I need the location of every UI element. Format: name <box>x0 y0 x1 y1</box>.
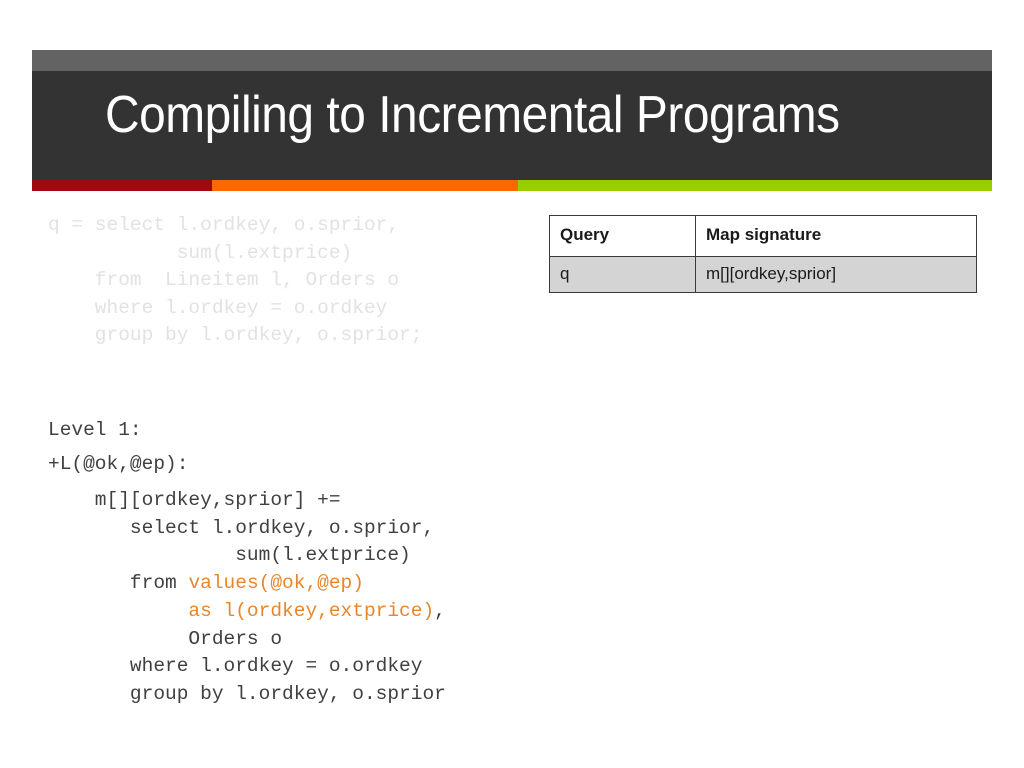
table-row: q m[][ordkey,sprior] <box>549 256 977 293</box>
table-header-row: Query Map signature <box>549 215 977 257</box>
code-line-group-by: group by l.ordkey, o.sprior <box>48 682 446 705</box>
accent-bar <box>32 180 992 191</box>
code-line-where: where l.ordkey = o.ordkey <box>48 655 423 678</box>
code-line-orders: Orders o <box>48 627 283 650</box>
accent-bar-orange <box>212 180 518 191</box>
page-title: Compiling to Incremental Programs <box>105 86 840 144</box>
accent-bar-green <box>518 180 992 191</box>
code-highlight-values: values(@ok,@ep) <box>188 572 364 595</box>
code-line-from-prefix: from <box>48 572 189 595</box>
slide-header: Compiling to Incremental Programs <box>32 50 992 180</box>
code-line-select: select l.ordkey, o.sprior, <box>48 516 435 539</box>
header-gray-band <box>32 50 992 71</box>
code-line-sum: sum(l.extprice) <box>48 544 411 567</box>
level-trigger-label: Level 1: +L(@ok,@ep): <box>48 419 189 475</box>
code-line-map-update: m[][ordkey,sprior] += <box>48 489 341 511</box>
faded-original-query: q = select l.ordkey, o.sprior, sum(l.ext… <box>48 214 423 346</box>
cell-query-name: q <box>549 256 696 293</box>
accent-bar-red <box>32 180 212 191</box>
code-highlight-as-alias: as l(ordkey,extprice) <box>48 599 435 622</box>
incremental-program-code: m[][ordkey,sprior] += select l.ordkey, o… <box>48 487 446 709</box>
cell-map-signature: m[][ordkey,sprior] <box>695 256 977 293</box>
column-header-query: Query <box>549 215 696 257</box>
code-line-as-suffix: , <box>434 599 446 622</box>
map-signature-table: Query Map signature q m[][ordkey,sprior] <box>549 215 977 293</box>
column-header-map-signature: Map signature <box>695 215 977 257</box>
